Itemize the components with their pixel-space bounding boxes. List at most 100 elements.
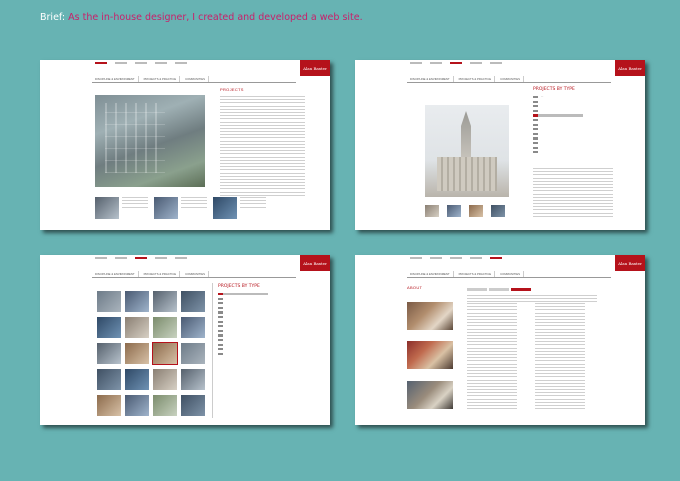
list-item[interactable] [533, 146, 583, 149]
project-thumb[interactable] [181, 317, 205, 338]
project-thumb[interactable] [97, 291, 121, 312]
body-text [533, 168, 613, 219]
list-item[interactable] [218, 306, 268, 310]
project-thumb[interactable] [125, 369, 149, 390]
nav-item[interactable]: DISCIPLINE & ENVIRONMENT [407, 76, 454, 82]
list-item[interactable] [533, 118, 583, 122]
gallery-thumb[interactable] [447, 205, 461, 217]
nav-item[interactable]: COMMUNITIES [182, 76, 210, 82]
nav-item[interactable]: PROJECTS & PRACTICE [456, 76, 496, 82]
brief-label: Brief: [40, 12, 66, 23]
nav-item[interactable]: PROJECTS & PRACTICE [141, 271, 181, 277]
team-photo [407, 341, 453, 369]
project-thumb[interactable] [153, 395, 177, 416]
list-item[interactable]: — [533, 96, 583, 99]
project-thumb-selected[interactable] [152, 342, 178, 365]
list-item[interactable] [218, 334, 268, 337]
site-logo[interactable]: Alan Baxter [300, 60, 330, 76]
top-nav [95, 257, 187, 259]
project-thumb[interactable] [181, 291, 205, 312]
related-project[interactable] [154, 197, 207, 219]
site-logo[interactable]: Alan Baxter [615, 255, 645, 271]
list-item[interactable] [533, 109, 583, 113]
list-item[interactable] [218, 325, 268, 328]
related-project[interactable] [95, 197, 148, 219]
site-logo[interactable]: Alan Baxter [615, 60, 645, 76]
staff-list-left [467, 303, 517, 411]
list-item[interactable] [533, 141, 583, 145]
project-photo [95, 95, 205, 187]
screenshot-project-grid: Alan Baxter DISCIPLINE & ENVIRONMENT PRO… [40, 255, 330, 425]
divider [212, 283, 213, 418]
nav-item[interactable]: COMMUNITIES [182, 271, 210, 277]
list-item[interactable] [218, 343, 268, 346]
nav-item[interactable]: PROJECTS & PRACTICE [141, 76, 181, 82]
project-thumb[interactable] [153, 291, 177, 312]
project-thumb[interactable] [97, 343, 121, 364]
project-thumb[interactable] [125, 395, 149, 416]
list-item-selected[interactable] [218, 293, 268, 296]
gallery-thumb[interactable] [425, 205, 439, 217]
project-thumb[interactable] [153, 317, 177, 338]
staff-list-right [535, 303, 585, 411]
list-item[interactable] [533, 137, 583, 140]
nav-item[interactable]: COMMUNITIES [497, 76, 525, 82]
list-item-selected[interactable] [533, 114, 583, 117]
top-nav [410, 257, 502, 259]
list-item[interactable] [218, 315, 268, 319]
screenshot-about: Alan Baxter DISCIPLINE & ENVIRONMENT PRO… [355, 255, 645, 425]
project-thumb[interactable] [97, 369, 121, 390]
site-logo[interactable]: Alan Baxter [300, 255, 330, 271]
screenshot-project-detail: Alan Baxter DISCIPLINE & ENVIRONMENT PRO… [40, 60, 330, 230]
list-item[interactable] [533, 132, 583, 136]
project-grid [97, 291, 205, 416]
project-thumb[interactable] [181, 395, 205, 416]
project-thumb[interactable] [181, 369, 205, 390]
screenshot-project-type: Alan Baxter DISCIPLINE & ENVIRONMENT PRO… [355, 60, 645, 230]
main-nav: DISCIPLINE & ENVIRONMENT PROJECTS & PRAC… [92, 76, 296, 83]
list-item[interactable] [533, 128, 583, 131]
project-thumb[interactable] [181, 343, 205, 364]
project-thumb[interactable] [153, 369, 177, 390]
gallery-thumb[interactable] [469, 205, 483, 217]
about-tabs [467, 288, 531, 291]
nav-item[interactable]: COMMUNITIES [497, 271, 525, 277]
list-item[interactable] [218, 352, 268, 356]
page-title: PROJECTS [220, 87, 244, 92]
project-type-list [218, 293, 268, 357]
list-item[interactable] [533, 123, 583, 126]
tab[interactable] [489, 288, 509, 291]
list-item[interactable] [218, 329, 268, 333]
gallery-thumb[interactable] [491, 205, 505, 217]
tab[interactable] [467, 288, 487, 291]
list-item[interactable] [218, 302, 268, 305]
list-item[interactable] [533, 105, 583, 108]
main-nav: DISCIPLINE & ENVIRONMENT PROJECTS & PRAC… [92, 271, 296, 278]
main-nav: DISCIPLINE & ENVIRONMENT PROJECTS & PRAC… [407, 76, 611, 83]
list-item[interactable] [218, 338, 268, 342]
project-thumb[interactable] [125, 343, 149, 364]
list-item[interactable] [218, 320, 268, 323]
project-type-list: — [533, 96, 583, 156]
list-item[interactable] [218, 348, 268, 351]
tab-active[interactable] [511, 288, 531, 291]
project-thumb[interactable] [97, 317, 121, 338]
brief-caption: Brief: As the in-house designer, I creat… [40, 12, 363, 23]
gallery-thumbnails [425, 205, 505, 217]
list-item[interactable] [218, 311, 268, 314]
project-thumb[interactable] [125, 317, 149, 338]
nav-item[interactable]: DISCIPLINE & ENVIRONMENT [92, 76, 139, 82]
project-thumb[interactable] [97, 395, 121, 416]
main-nav: DISCIPLINE & ENVIRONMENT PROJECTS & PRAC… [407, 271, 611, 278]
project-thumb[interactable] [125, 291, 149, 312]
nav-item[interactable]: DISCIPLINE & ENVIRONMENT [92, 271, 139, 277]
nav-item[interactable]: DISCIPLINE & ENVIRONMENT [407, 271, 454, 277]
list-item[interactable] [218, 297, 268, 300]
nav-item[interactable]: PROJECTS & PRACTICE [456, 271, 496, 277]
related-project[interactable] [213, 197, 266, 219]
list-item[interactable] [533, 100, 583, 103]
list-item[interactable] [533, 151, 583, 154]
related-projects [95, 197, 266, 219]
project-photo [425, 105, 509, 197]
body-text [220, 96, 305, 198]
